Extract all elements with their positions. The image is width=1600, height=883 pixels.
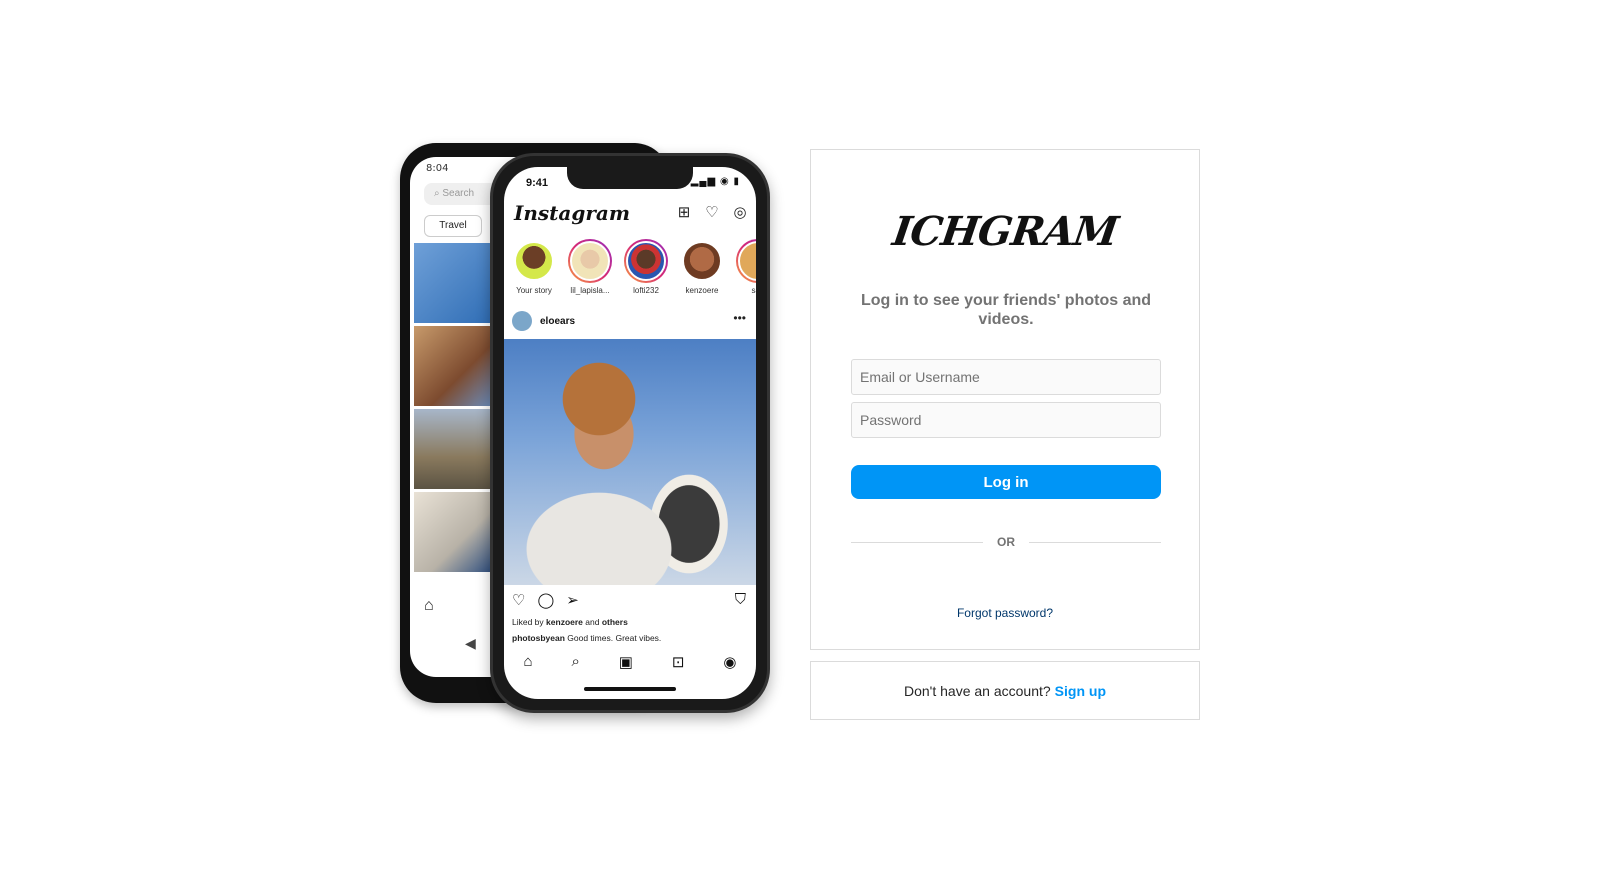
- shop-icon: ⊡: [671, 654, 685, 671]
- feed-header-icons: ⊞ ♡ ◎: [676, 205, 748, 221]
- post-username: eloears: [540, 315, 576, 327]
- reels-icon: ▣: [618, 654, 633, 671]
- stories-row: Your story lil_lapisla... lofti232 kenzo…: [510, 239, 756, 295]
- front-phone: 9:41 ▂▄▆ ◉ ▮ Instagram ⊞ ♡ ◎ Your story …: [490, 153, 770, 713]
- divider-line: [851, 541, 983, 543]
- signup-card: Don't have an account? Sign up: [810, 661, 1200, 720]
- phone-notch: [567, 167, 693, 189]
- grid-photo: [414, 492, 494, 572]
- post-caption: photosbyean Good times. Great vibes.: [512, 633, 661, 643]
- login-button[interactable]: Log in: [851, 465, 1161, 499]
- signup-prompt: Don't have an account?: [904, 682, 1051, 699]
- search-icon: ⌕: [571, 653, 580, 670]
- add-post-icon: ⊞: [677, 204, 691, 221]
- grid-photo: [414, 326, 494, 406]
- avatar: [626, 241, 666, 281]
- story-label: lil_lapisla...: [570, 286, 610, 295]
- caption-user: photosbyean: [512, 633, 565, 643]
- brand-logo: ICHGRAM: [889, 208, 1121, 255]
- story-label: kenzoere: [685, 286, 719, 295]
- login-card: ICHGRAM Log in to see your friends' phot…: [810, 149, 1200, 650]
- bottom-nav: ⌂ ⌕ ▣ ⊡ ◉: [504, 653, 756, 671]
- like-heart-icon: ♡: [512, 592, 526, 609]
- avatar: [738, 241, 756, 281]
- explore-grid: [414, 243, 494, 575]
- comment-icon: ◯: [537, 592, 555, 609]
- email-username-input[interactable]: [851, 359, 1161, 395]
- forgot-password-link[interactable]: Forgot password?: [811, 606, 1199, 620]
- avatar: [682, 241, 722, 281]
- post-photo: [504, 339, 756, 585]
- divider-line: [1029, 541, 1161, 543]
- front-phone-screen: 9:41 ▂▄▆ ◉ ▮ Instagram ⊞ ♡ ◎ Your story …: [504, 167, 756, 699]
- story-ring: [736, 239, 756, 283]
- story-item: sap: [734, 239, 756, 295]
- back-phone-chip: Travel: [424, 215, 482, 237]
- liked-others: others: [601, 617, 628, 627]
- password-input[interactable]: [851, 402, 1161, 438]
- heart-icon: ♡: [705, 204, 719, 221]
- grid-photo: [414, 409, 494, 489]
- liked-and: and: [585, 617, 600, 627]
- login-tagline: Log in to see your friends' photos and v…: [860, 292, 1152, 328]
- avatar: [570, 241, 610, 281]
- liked-user: kenzoere: [546, 617, 583, 627]
- grid-photo: [414, 243, 494, 323]
- status-icons: ▂▄▆ ◉ ▮: [690, 176, 740, 187]
- liked-prefix: Liked by: [512, 617, 544, 627]
- phones-illustration: 8:04 ⌕ Search Travel ⌂ ◀ 9:41 ▂▄▆ ◉ ▮ In…: [400, 143, 790, 728]
- post-likes: Liked by kenzoere and others: [512, 617, 628, 627]
- story-ring: [680, 239, 724, 283]
- back-triangle-icon: ◀: [465, 635, 476, 651]
- story-label: sap: [751, 286, 756, 295]
- signup-link[interactable]: Sign up: [1055, 683, 1106, 699]
- story-label: Your story: [516, 286, 552, 295]
- home-icon: ⌂: [523, 653, 533, 670]
- post-header: eloears: [512, 311, 575, 331]
- home-icon: ⌂: [424, 597, 434, 614]
- avatar: [514, 241, 554, 281]
- instagram-logo: Instagram: [514, 201, 630, 225]
- post-actions: ♡ ◯ ➢: [512, 591, 579, 609]
- story-item: kenzoere: [678, 239, 726, 295]
- story-ring: [568, 239, 612, 283]
- story-item: lofti232: [622, 239, 670, 295]
- story-item: Your story: [510, 239, 558, 295]
- avatar: [512, 311, 532, 331]
- back-phone-search-text: Search: [442, 188, 475, 199]
- back-phone-time: 8:04: [426, 163, 449, 174]
- story-ring: [512, 239, 556, 283]
- story-item: lil_lapisla...: [566, 239, 614, 295]
- front-phone-time: 9:41: [526, 177, 549, 189]
- or-divider: OR: [851, 535, 1161, 549]
- bookmark-icon: ⛉: [734, 591, 746, 608]
- search-icon: ⌕: [434, 188, 440, 199]
- story-ring: [624, 239, 668, 283]
- or-label: OR: [997, 535, 1015, 549]
- more-options-icon: •••: [733, 311, 746, 325]
- share-send-icon: ➢: [566, 592, 579, 609]
- home-indicator: [584, 687, 676, 691]
- story-label: lofti232: [633, 286, 659, 295]
- profile-icon: ◉: [723, 654, 737, 671]
- caption-text: Good times. Great vibes.: [567, 633, 662, 643]
- messenger-icon: ◎: [733, 204, 747, 221]
